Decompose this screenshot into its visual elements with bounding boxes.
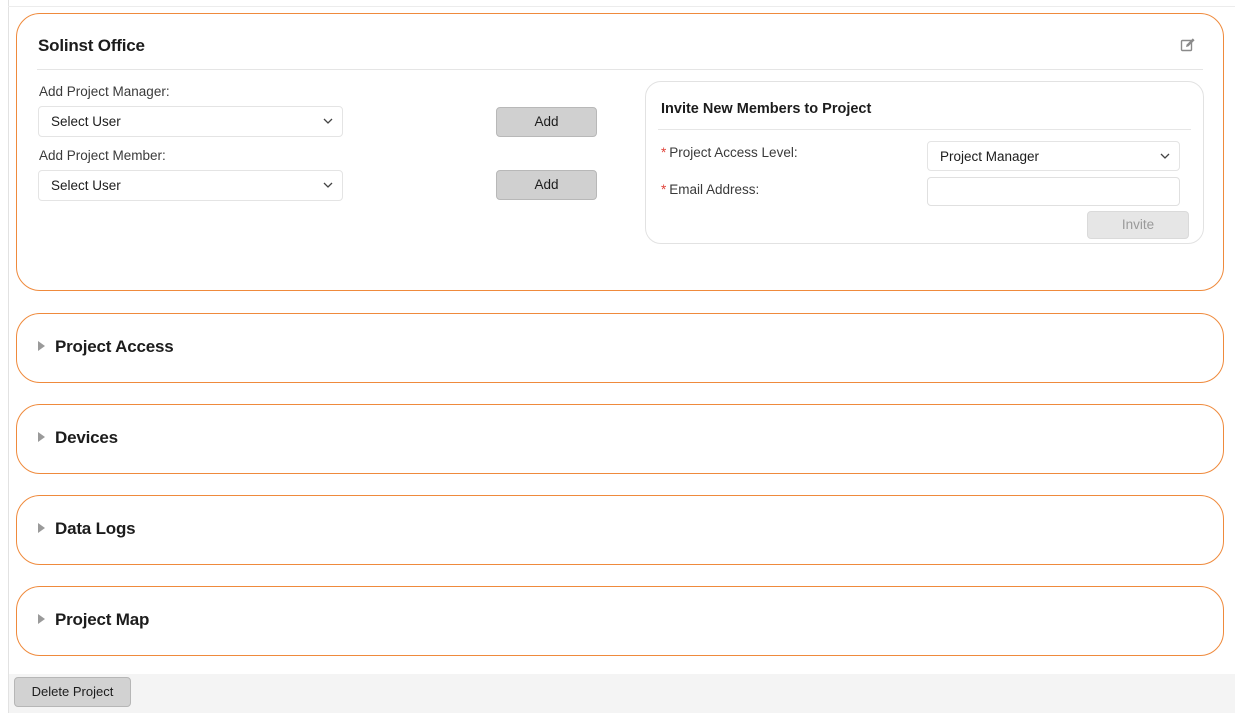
chevron-down-icon xyxy=(323,182,333,188)
section-title: Project Map xyxy=(55,610,150,629)
caret-right-icon xyxy=(38,614,45,624)
section-title: Devices xyxy=(55,428,118,447)
page-top-border xyxy=(8,6,1235,7)
project-settings-panel: Solinst Office Add Project Manager: Sele… xyxy=(16,13,1224,291)
chevron-down-icon xyxy=(1160,153,1170,159)
chevron-down-icon xyxy=(323,118,333,124)
manager-user-select[interactable]: Select User xyxy=(38,106,343,137)
member-user-select[interactable]: Select User xyxy=(38,170,343,201)
email-label: * Email Address: xyxy=(661,182,759,197)
required-marker: * xyxy=(661,145,667,160)
add-manager-button[interactable]: Add xyxy=(496,107,597,137)
access-level-select[interactable]: Project Manager xyxy=(927,141,1180,171)
title-divider xyxy=(37,69,1203,70)
section-title: Data Logs xyxy=(55,519,136,538)
access-level-label: * Project Access Level: xyxy=(661,145,798,160)
caret-right-icon xyxy=(38,341,45,351)
project-title: Solinst Office xyxy=(38,36,145,55)
delete-project-button[interactable]: Delete Project xyxy=(14,677,131,707)
invite-title: Invite New Members to Project xyxy=(661,101,872,117)
page-left-border xyxy=(8,0,9,713)
section-devices[interactable]: Devices xyxy=(16,404,1224,474)
section-project-map[interactable]: Project Map xyxy=(16,586,1224,656)
email-field[interactable] xyxy=(927,177,1180,206)
section-title: Project Access xyxy=(55,337,174,356)
required-marker: * xyxy=(661,182,667,197)
add-member-button[interactable]: Add xyxy=(496,170,597,200)
add-manager-label: Add Project Manager: xyxy=(39,84,170,99)
access-level-value: Project Manager xyxy=(940,149,1040,164)
section-data-logs[interactable]: Data Logs xyxy=(16,495,1224,565)
add-member-label: Add Project Member: xyxy=(39,148,166,163)
manager-select-value: Select User xyxy=(51,114,121,129)
email-label-text: Email Address: xyxy=(669,182,760,197)
invite-button[interactable]: Invite xyxy=(1087,211,1189,239)
access-level-label-text: Project Access Level: xyxy=(669,145,798,160)
caret-right-icon xyxy=(38,523,45,533)
invite-divider xyxy=(658,129,1191,130)
edit-icon[interactable] xyxy=(1180,37,1196,53)
section-project-access[interactable]: Project Access xyxy=(16,313,1224,383)
footer-bar xyxy=(9,674,1235,713)
caret-right-icon xyxy=(38,432,45,442)
member-select-value: Select User xyxy=(51,178,121,193)
invite-members-card: Invite New Members to Project * Project A… xyxy=(645,81,1204,244)
